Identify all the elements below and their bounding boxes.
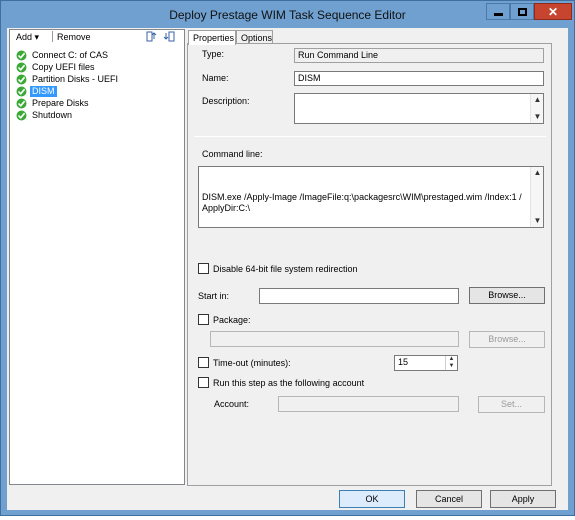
package-label: Package: — [213, 315, 251, 325]
maximize-button[interactable] — [510, 3, 534, 20]
command-line-label: Command line: — [202, 149, 263, 159]
description-label: Description: — [202, 96, 250, 106]
name-label: Name: — [202, 73, 229, 83]
timeout-value: 15 — [398, 357, 409, 367]
cancel-button[interactable]: Cancel — [416, 490, 482, 508]
set-account-button: Set... — [478, 396, 545, 413]
tree-item-partition-disks-uefi[interactable]: Partition Disks - UEFI — [16, 74, 166, 86]
move-up-icon[interactable] — [146, 31, 158, 42]
run-as-checkbox[interactable] — [198, 377, 209, 388]
green-check-icon — [16, 110, 27, 121]
command-line-field[interactable]: DISM.exe /Apply-Image /ImageFile:q:\pack… — [198, 166, 544, 228]
command-line-scrollbar[interactable]: ▲ ▼ — [530, 167, 543, 227]
tab-options[interactable]: Options — [236, 30, 273, 44]
timeout-stepper[interactable]: 15 ▲ ▼ — [394, 355, 458, 371]
disable-redirection-checkbox[interactable] — [198, 263, 209, 274]
remove-button[interactable]: Remove — [57, 32, 91, 42]
green-check-icon — [16, 62, 27, 73]
package-field — [210, 331, 459, 347]
green-check-icon — [16, 50, 27, 61]
package-browse-button: Browse... — [469, 331, 545, 348]
dialog-body: Add ▾ Remove Connect C: of CAS Copy UEFI… — [7, 28, 568, 510]
maximize-icon — [517, 7, 527, 16]
tree-item-label: Prepare Disks — [32, 98, 89, 108]
section-divider — [194, 136, 546, 137]
timeout-label: Time-out (minutes): — [213, 358, 291, 368]
chevron-down-icon: ▾ — [34, 32, 40, 42]
start-in-field[interactable] — [259, 288, 459, 304]
start-in-browse-button[interactable]: Browse... — [469, 287, 545, 304]
ok-button[interactable]: OK — [339, 490, 405, 508]
tree-item-label: Partition Disks - UEFI — [32, 74, 119, 84]
task-sequence-tree-pane: Add ▾ Remove Connect C: of CAS Copy UEFI… — [9, 29, 185, 485]
move-down-icon[interactable] — [163, 31, 175, 42]
stepper-arrows[interactable]: ▲ ▼ — [445, 356, 457, 370]
tab-properties[interactable]: Properties — [188, 30, 236, 45]
green-check-icon — [16, 74, 27, 85]
close-button[interactable]: ✕ — [534, 3, 572, 20]
add-menu-button[interactable]: Add ▾ — [16, 32, 39, 43]
green-check-icon — [16, 98, 27, 109]
timeout-checkbox[interactable] — [198, 357, 209, 368]
run-as-label: Run this step as the following account — [213, 378, 365, 388]
tree-item-label: Shutdown — [32, 110, 73, 120]
type-label: Type: — [202, 49, 225, 59]
green-check-icon — [16, 86, 27, 97]
properties-panel: Type: Run Command Line Name: DISM Descri… — [187, 43, 552, 486]
tree-item-prepare-disks[interactable]: Prepare Disks — [16, 98, 166, 110]
tree-item-label: Copy UEFI files — [32, 62, 95, 72]
package-checkbox[interactable] — [198, 314, 209, 325]
tree-item-label: Connect C: of CAS — [32, 50, 109, 60]
account-label: Account: — [214, 399, 250, 409]
tree-item-label: DISM — [30, 86, 57, 97]
scroll-down-icon[interactable]: ▼ — [532, 215, 543, 227]
minimize-button[interactable] — [486, 3, 510, 20]
disable-redirection-label: Disable 64-bit file system redirection — [213, 264, 358, 274]
command-line-text: DISM.exe /Apply-Image /ImageFile:q:\pack… — [202, 192, 522, 213]
tree-toolbar: Add ▾ Remove — [10, 30, 184, 44]
apply-button[interactable]: Apply — [490, 490, 556, 508]
start-in-label: Start in: — [198, 291, 230, 301]
close-icon: ✕ — [547, 4, 559, 19]
tree-item-dism[interactable]: DISM — [16, 86, 166, 98]
stepper-down-icon[interactable]: ▼ — [446, 363, 457, 370]
stepper-up-icon[interactable]: ▲ — [446, 356, 457, 363]
type-field: Run Command Line — [294, 48, 544, 63]
minimize-icon — [493, 13, 503, 16]
name-field[interactable]: DISM — [294, 71, 544, 86]
editor-window: Deploy Prestage WIM Task Sequence Editor… — [0, 0, 575, 516]
tree-item-connect-c-of-cas[interactable]: Connect C: of CAS — [16, 50, 166, 62]
account-field — [278, 396, 459, 412]
description-field[interactable]: ▲ ▼ — [294, 93, 544, 124]
description-scrollbar[interactable]: ▲ ▼ — [530, 94, 543, 123]
scroll-up-icon[interactable]: ▲ — [532, 94, 543, 106]
add-label: Add — [16, 32, 33, 42]
toolbar-divider — [52, 31, 53, 42]
tree-item-shutdown[interactable]: Shutdown — [16, 110, 166, 122]
scroll-up-icon[interactable]: ▲ — [532, 167, 543, 179]
tree-item-copy-uefi-files[interactable]: Copy UEFI files — [16, 62, 166, 74]
scroll-down-icon[interactable]: ▼ — [532, 111, 543, 123]
title-bar[interactable]: Deploy Prestage WIM Task Sequence Editor… — [1, 1, 574, 29]
